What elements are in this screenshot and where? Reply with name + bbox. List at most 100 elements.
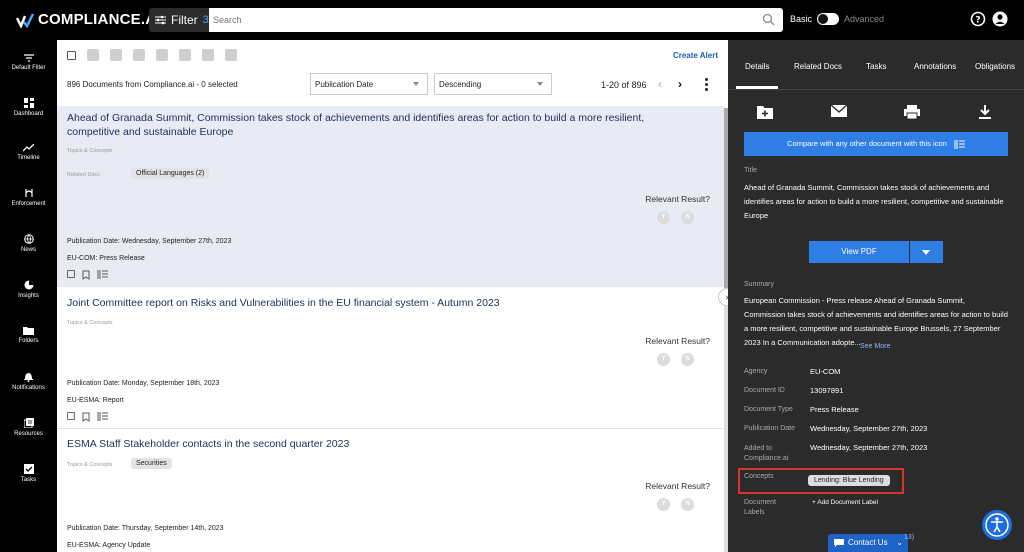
agency-value: EU-COM bbox=[810, 367, 841, 376]
document-row[interactable]: ESMA Staff Stakeholder contacts in the s… bbox=[57, 429, 724, 552]
enforcement-icon bbox=[24, 189, 33, 197]
details-tabs: Details Related Docs Tasks Annotations O… bbox=[728, 40, 1024, 90]
nav-item-resources[interactable]: Resources bbox=[0, 418, 57, 437]
view-pdf-button[interactable]: View PDF bbox=[809, 241, 909, 263]
sort-field-select[interactable]: Publication Date bbox=[310, 73, 428, 95]
tag-icon[interactable] bbox=[225, 49, 237, 61]
timeline-icon bbox=[23, 144, 34, 152]
document-title-link[interactable]: Joint Committee report on Risks and Vuln… bbox=[67, 296, 697, 310]
active-tab-indicator bbox=[736, 86, 778, 89]
print-icon[interactable] bbox=[133, 49, 145, 61]
nav-label: News bbox=[20, 247, 36, 253]
see-more-link[interactable]: See More bbox=[860, 343, 890, 350]
relevant-no-button[interactable]: N bbox=[681, 353, 694, 366]
filter-label: Filter bbox=[171, 13, 198, 27]
nav-item-enforcement[interactable]: Enforcement bbox=[0, 188, 57, 207]
nav-item-timeline[interactable]: Timeline bbox=[0, 144, 57, 161]
bookmark-icon[interactable] bbox=[82, 270, 90, 280]
next-page-icon[interactable]: › bbox=[678, 77, 682, 91]
nav-label: Tasks bbox=[20, 477, 37, 483]
download-icon[interactable] bbox=[978, 105, 992, 119]
title-value: Ahead of Granada Summit, Commission take… bbox=[744, 183, 1004, 220]
topic-chip[interactable]: Securities bbox=[131, 458, 172, 469]
compare-icon[interactable] bbox=[97, 412, 108, 421]
svg-text:?: ? bbox=[975, 16, 980, 26]
nav-item-insights[interactable]: Insights bbox=[0, 280, 57, 299]
nav-item-news[interactable]: News bbox=[0, 234, 57, 253]
accessibility-button[interactable] bbox=[982, 510, 1012, 540]
email-icon[interactable] bbox=[831, 105, 847, 117]
contact-count: 13) bbox=[904, 534, 915, 541]
filter-button[interactable]: Filter 3 bbox=[149, 8, 209, 32]
tab-related-docs[interactable]: Related Docs bbox=[794, 62, 842, 71]
document-title-link[interactable]: ESMA Staff Stakeholder contacts in the s… bbox=[67, 437, 697, 451]
tab-annotations[interactable]: Annotations bbox=[914, 62, 956, 71]
view-pdf-dropdown[interactable] bbox=[910, 241, 943, 263]
relevant-no-button[interactable]: N bbox=[681, 498, 694, 511]
search-input[interactable] bbox=[209, 8, 749, 32]
bookmark-icon[interactable] bbox=[82, 412, 90, 422]
related-docs-chip[interactable]: Official Languages (2) bbox=[131, 168, 210, 179]
document-row[interactable]: Joint Committee report on Risks and Vuln… bbox=[57, 288, 724, 428]
select-all-checkbox[interactable] bbox=[67, 51, 76, 60]
add-to-folder-icon[interactable] bbox=[87, 49, 99, 61]
compare-icon[interactable] bbox=[97, 270, 108, 279]
chevron-down-icon bbox=[537, 82, 543, 86]
relevant-yes-button[interactable]: Y bbox=[657, 498, 670, 511]
add-folder-icon[interactable] bbox=[757, 105, 773, 119]
row-actions bbox=[67, 412, 108, 422]
email-icon[interactable] bbox=[110, 49, 122, 61]
contact-us-button[interactable]: Contact Us ⌄ bbox=[828, 534, 908, 552]
tab-obligations[interactable]: Obligations bbox=[975, 62, 1015, 71]
tab-details[interactable]: Details bbox=[745, 62, 769, 71]
relevant-yes-button[interactable]: Y bbox=[657, 353, 670, 366]
row-checkbox[interactable] bbox=[67, 270, 75, 278]
top-right-icons: ? bbox=[970, 11, 1008, 27]
nav-label: Default Filter bbox=[11, 65, 46, 71]
print-icon[interactable] bbox=[904, 105, 920, 119]
nav-item-dashboard[interactable]: Dashboard bbox=[0, 98, 57, 117]
help-icon[interactable]: ? bbox=[970, 11, 986, 27]
label-icon[interactable] bbox=[202, 49, 214, 61]
row-checkbox[interactable] bbox=[67, 412, 75, 420]
sort-order-select[interactable]: Descending bbox=[434, 73, 552, 95]
nav-label: Insights bbox=[18, 293, 39, 299]
compare-button[interactable]: Compare with any other document with thi… bbox=[744, 132, 1008, 156]
create-alert-link[interactable]: Create Alert bbox=[673, 51, 718, 60]
nav-item-folders[interactable]: Folders bbox=[0, 326, 57, 344]
download-icon[interactable] bbox=[156, 49, 168, 61]
added-to-label: Added to Compliance.ai bbox=[744, 445, 789, 462]
document-row[interactable]: Ahead of Granada Summit, Commission take… bbox=[57, 106, 724, 287]
document-type-value: Press Release bbox=[810, 405, 859, 414]
user-account-icon[interactable] bbox=[992, 11, 1008, 27]
nav-label: Dashboard bbox=[13, 111, 44, 117]
search-icon[interactable] bbox=[762, 13, 775, 26]
logo[interactable]: COMPLIANCE.AI bbox=[16, 11, 161, 28]
document-title-link[interactable]: Ahead of Granada Summit, Commission take… bbox=[67, 111, 697, 139]
publication-date-label: Publication Date bbox=[744, 425, 795, 432]
relevant-result-prompt: Relevant Result? bbox=[645, 481, 710, 491]
bell-icon bbox=[24, 373, 33, 382]
relevant-no-button[interactable]: N bbox=[681, 211, 694, 224]
concepts-label: Concepts bbox=[744, 473, 774, 480]
app: COMPLIANCE.AI Filter 3 Basic Advanced bbox=[0, 0, 1024, 552]
pager-text: 1-20 of 896 bbox=[601, 80, 647, 90]
prev-page-icon[interactable]: ‹ bbox=[658, 77, 662, 91]
add-document-label-link[interactable]: + Add Document Label bbox=[812, 499, 878, 506]
export-icon[interactable] bbox=[179, 49, 191, 61]
filter-count-badge: 3 bbox=[202, 14, 209, 26]
tab-tasks[interactable]: Tasks bbox=[866, 62, 886, 71]
mode-toggle-switch[interactable] bbox=[817, 13, 840, 25]
resources-icon bbox=[23, 418, 34, 428]
nav-item-default-filter[interactable]: Default Filter bbox=[0, 54, 57, 71]
concept-chip[interactable]: Lending: Blue Lending bbox=[808, 475, 890, 486]
accessibility-icon bbox=[985, 513, 1009, 537]
nav-item-notifications[interactable]: Notifications bbox=[0, 372, 57, 391]
mode-advanced-label: Advanced bbox=[844, 14, 885, 24]
document-id-label: Document ID bbox=[744, 387, 785, 394]
nav-item-tasks[interactable]: Tasks bbox=[0, 464, 57, 483]
sort-field-value: Publication Date bbox=[315, 80, 374, 89]
relevant-yes-button[interactable]: Y bbox=[657, 211, 670, 224]
more-options-icon[interactable] bbox=[705, 78, 709, 93]
list-toolbar: Create Alert bbox=[57, 40, 728, 70]
